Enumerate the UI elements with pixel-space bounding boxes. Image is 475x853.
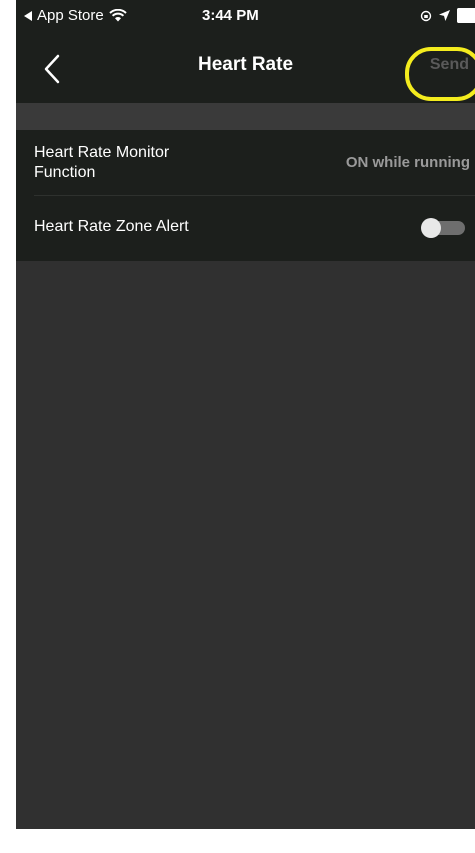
battery-icon [457,8,475,23]
status-indicators [420,8,475,23]
zone-alert-toggle[interactable] [421,218,465,238]
back-triangle-icon [24,10,32,21]
section-spacer [16,103,475,130]
setting-row-monitor-function[interactable]: Heart Rate Monitor Function ON while run… [16,130,475,196]
setting-label-monitor-function: Heart Rate Monitor Function [34,144,170,181]
back-app-label: App Store [37,7,104,24]
setting-label-zone-alert: Heart Rate Zone Alert [34,218,189,235]
toggle-knob [421,218,441,238]
send-button[interactable]: Send [430,56,469,74]
orientation-lock-icon [420,10,432,21]
app-screen: App Store 3:44 PM Heart Rate Send Heart … [16,0,475,829]
settings-list: Heart Rate Monitor Function ON while run… [16,130,475,261]
wifi-icon [109,9,127,22]
location-arrow-icon [439,10,450,21]
header-area: App Store 3:44 PM Heart Rate Send [16,0,475,103]
page-title: Heart Rate [197,54,294,75]
navigation-bar: Heart Rate Send [16,30,475,103]
setting-row-zone-alert: Heart Rate Zone Alert [16,196,475,261]
back-to-app-store[interactable]: App Store [24,7,127,24]
status-bar: App Store 3:44 PM [16,0,475,30]
setting-value-monitor-function: ON while running [345,154,470,171]
status-time: 3:44 PM [202,7,259,24]
